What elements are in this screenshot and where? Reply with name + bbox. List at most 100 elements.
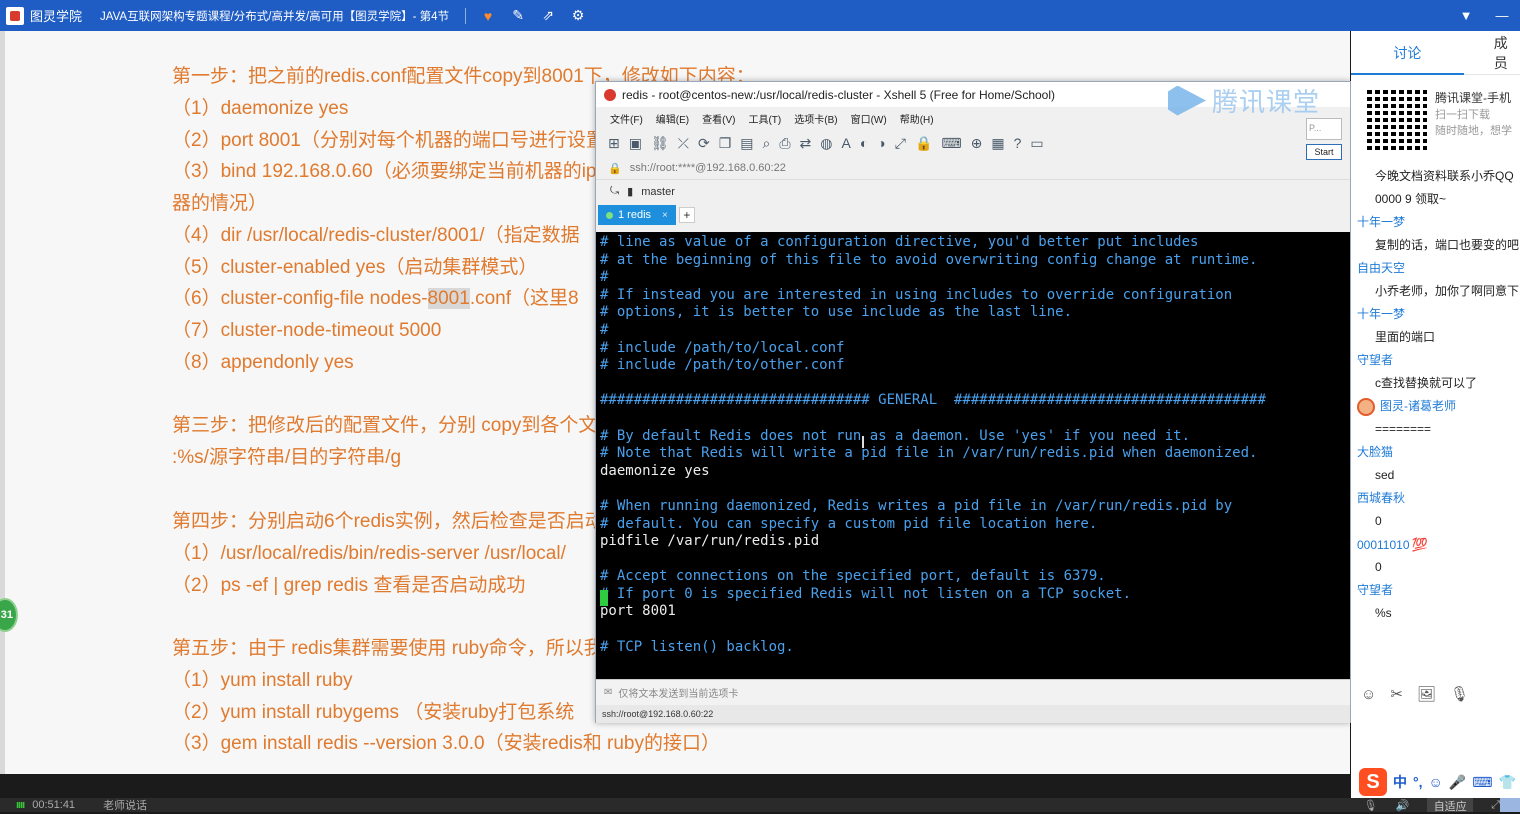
chat-sender[interactable]: 自由天空 — [1357, 257, 1520, 280]
ime-keyboard-icon[interactable]: ⌨ — [1472, 774, 1492, 791]
quick-command-icon[interactable]: ⤿ — [610, 185, 619, 198]
terminal[interactable]: # line as value of a configuration direc… — [596, 232, 1350, 679]
menu-file[interactable]: 文件(F) — [610, 111, 643, 126]
chat-sender[interactable]: 十年一梦 — [1357, 303, 1520, 326]
mouse-cursor — [862, 436, 864, 448]
quick-command-label[interactable]: master — [641, 186, 675, 198]
ime-voice-icon[interactable]: 🎤 — [1449, 774, 1466, 791]
text-cursor — [600, 590, 608, 606]
ime-emoji-icon[interactable]: ☺ — [1429, 774, 1443, 790]
chat-message: 复制的话，端口也要变的吧 — [1375, 238, 1520, 252]
address-bar[interactable]: 🔒 ssh://root:****@192.168.0.60:22 — [600, 157, 1302, 179]
chat-sender-teacher: 图灵-诸葛老师 — [1357, 395, 1520, 418]
menu-view[interactable]: 查看(V) — [702, 111, 735, 126]
terminal-line: pidfile /var/run/redis.pid — [600, 533, 820, 550]
avatar — [1357, 397, 1375, 416]
ime-punct[interactable]: °, — [1413, 774, 1423, 790]
settings-icon[interactable]: ⚙ — [570, 7, 586, 24]
minimize-icon[interactable]: — — [1484, 8, 1520, 23]
help-icon[interactable]: ? — [1014, 135, 1022, 151]
start-button[interactable]: Start — [1306, 144, 1342, 160]
sender-name[interactable]: 00011010 — [1357, 538, 1410, 552]
scissors-icon[interactable]: ✂ — [1390, 685, 1403, 703]
find-icon[interactable]: ⌕ — [762, 135, 770, 152]
step1-item: （8）appendonly yes — [172, 352, 354, 373]
add-icon[interactable]: ⊕ — [971, 135, 983, 152]
mic-icon[interactable]: 🎙 — [1450, 685, 1469, 703]
transfer-icon[interactable]: ⇄ — [800, 135, 812, 152]
link-icon[interactable]: ⛓ — [651, 135, 669, 152]
chat-sender[interactable]: 守望者 — [1357, 579, 1520, 602]
globe-icon[interactable]: ◍ — [820, 135, 832, 152]
menu-tools[interactable]: 工具(T) — [748, 111, 781, 126]
paste-icon[interactable]: ▤ — [740, 135, 753, 152]
keyboard-icon[interactable]: ⌨ — [941, 135, 961, 152]
chat-toolbar: ☺ ✂ 🖼 🎙 — [1351, 681, 1520, 707]
tab-discuss[interactable]: 讨论 — [1351, 31, 1464, 75]
chat-sender[interactable]: 守望者 — [1357, 349, 1520, 372]
fullscreen-icon[interactable]: ⤢ — [895, 135, 906, 152]
disconnect-icon[interactable]: ⤫ — [678, 135, 689, 152]
image-icon[interactable]: 🖼 — [1417, 685, 1436, 703]
terminal-line: # If instead you are interested in using… — [600, 286, 1233, 303]
terminal-line: # Note that Redis will write a pid file … — [600, 445, 1258, 462]
new-session-icon[interactable]: ⊞ — [608, 135, 620, 152]
dropdown-icon[interactable]: ▼ — [1448, 8, 1484, 23]
open-folder-icon[interactable]: ▣ — [629, 135, 642, 152]
qr-sub2: 随时随地，想学 — [1435, 125, 1512, 137]
script-icon[interactable]: ◑ — [877, 135, 885, 151]
edit-icon[interactable]: ✎ — [510, 7, 526, 24]
menu-help[interactable]: 帮助(H) — [900, 111, 934, 126]
fullscreen-icon[interactable]: ⤢ — [1491, 799, 1500, 812]
chat-icon[interactable]: ▭ — [1030, 135, 1043, 152]
step1-item: （3）bind 192.168.0.60（必须要绑定当前机器的ip — [172, 161, 597, 182]
layout-icon[interactable]: ▦ — [991, 135, 1004, 152]
copy-icon[interactable]: ❐ — [719, 135, 732, 152]
compose-bar[interactable]: ✉ 仅将文本发送到当前选项卡 — [596, 679, 1350, 705]
step1-item: （5）cluster-enabled yes（启动集群模式） — [172, 257, 538, 278]
close-icon[interactable]: × — [662, 210, 668, 221]
volume-icon[interactable]: 🔊 — [1395, 799, 1409, 812]
heart-icon[interactable]: ♥ — [480, 8, 496, 24]
status-bar: ssh://root@192.168.0.60:22 — [596, 705, 1350, 723]
chat-sender[interactable]: 西城春秋 — [1357, 487, 1520, 510]
watermark-text: 腾讯课堂 — [1211, 87, 1320, 117]
sender-name[interactable]: 图灵-诸葛老师 — [1380, 395, 1456, 418]
tab-redis[interactable]: 1 redis × — [598, 205, 676, 225]
terminal-line: # at the beginning of this file to avoid… — [600, 251, 1258, 268]
terminal-line: port 8001 — [600, 603, 676, 620]
side-input[interactable]: P... — [1306, 118, 1342, 140]
sogou-logo-icon[interactable]: S — [1359, 768, 1387, 796]
chat-sender[interactable]: 大脸猫 — [1357, 441, 1520, 464]
qr-code — [1367, 90, 1427, 150]
shell-icon[interactable]: ◐ — [860, 135, 868, 151]
share-icon[interactable]: ⇗ — [540, 7, 556, 24]
mic-off-icon[interactable]: 🎙 — [1364, 799, 1378, 812]
fit-button[interactable]: 自适应 — [1427, 798, 1474, 813]
chat-sender[interactable]: 十年一梦 — [1357, 211, 1520, 234]
play-logo-icon — [1167, 85, 1206, 116]
menu-edit[interactable]: 编辑(E) — [656, 111, 689, 126]
player-bar: ıııı 00:51:41 老师说话 🎙 🔊 自适应 ⤢ — [0, 798, 1520, 813]
reconnect-icon[interactable]: ⟳ — [698, 135, 710, 152]
emoji-icon[interactable]: ☺ — [1361, 686, 1376, 703]
ime-skin-icon[interactable]: 👕 — [1498, 774, 1515, 791]
terminal-line: # include /path/to/other.conf — [600, 357, 845, 374]
add-tab-button[interactable]: + — [678, 207, 695, 223]
step1-item: （4）dir /usr/local/redis-cluster/8001/（指定… — [172, 225, 580, 246]
menu-window[interactable]: 窗口(W) — [851, 111, 887, 126]
font-icon[interactable]: A — [841, 135, 850, 151]
chat-message: sed — [1375, 468, 1395, 482]
lock-icon[interactable]: 🔒 — [915, 135, 932, 152]
print-icon[interactable]: ⎙ — [779, 135, 790, 152]
ime-chinese[interactable]: 中 — [1393, 772, 1407, 792]
tab-members[interactable]: 成员 — [1494, 33, 1520, 73]
compose-placeholder: 仅将文本发送到当前选项卡 — [618, 689, 739, 700]
chat-message: 0000 9 领取~ — [1375, 192, 1447, 206]
chat-message: c查找替换就可以了 — [1375, 376, 1478, 390]
chat-tabs: 讨论 成员 — [1351, 31, 1520, 75]
scroll-thumb[interactable] — [1500, 798, 1520, 812]
menu-tabs[interactable]: 选项卡(B) — [794, 111, 837, 126]
